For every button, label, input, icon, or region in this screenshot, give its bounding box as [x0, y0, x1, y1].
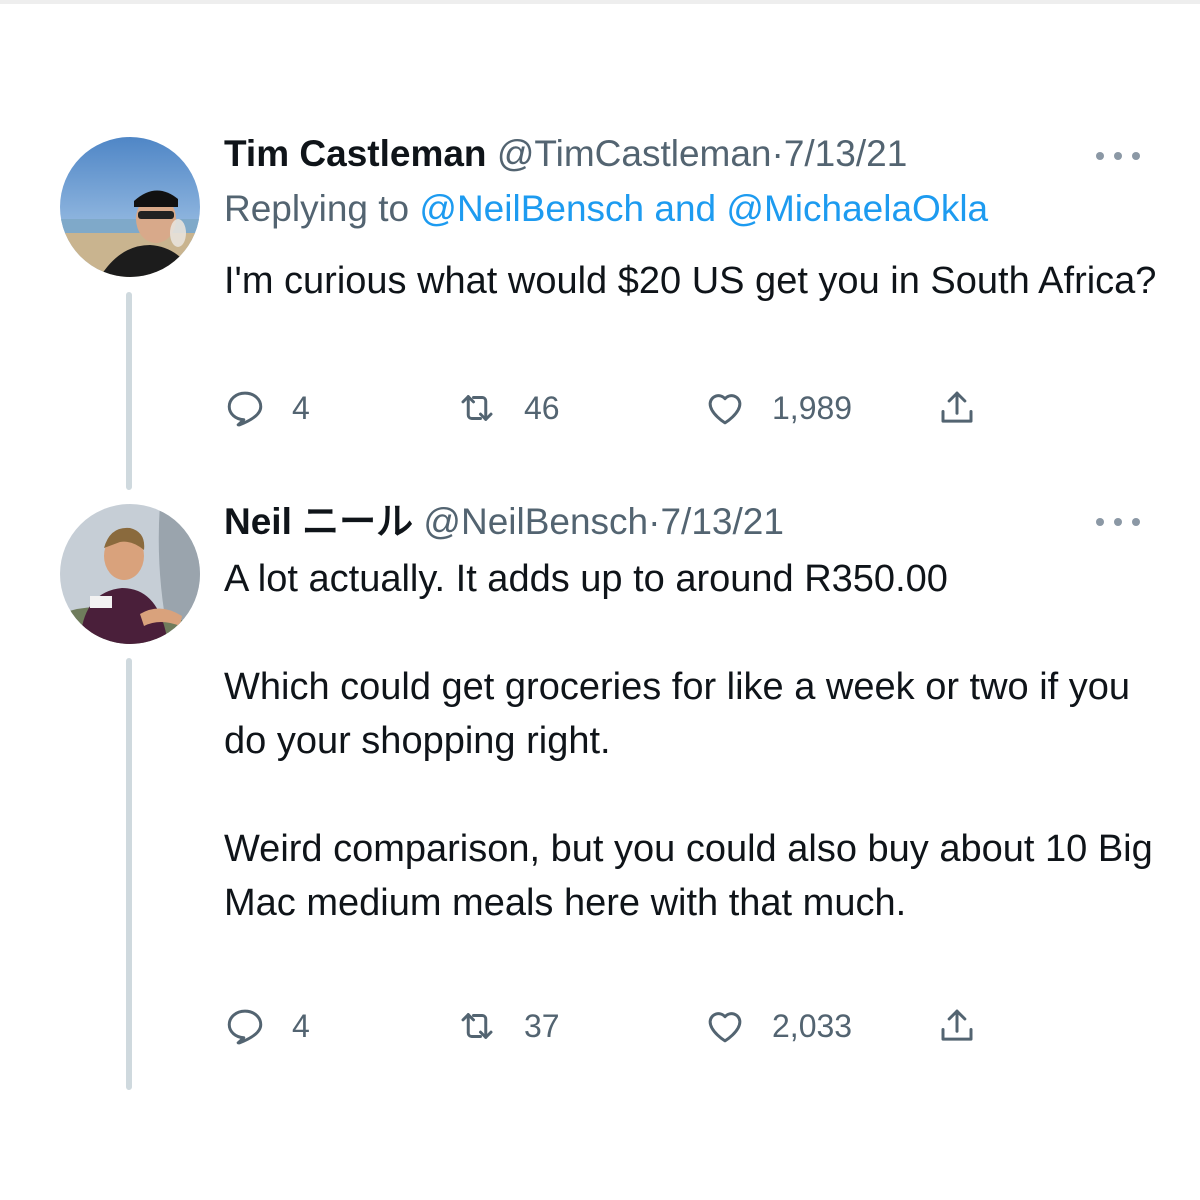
display-name[interactable]: Tim Castleman	[224, 133, 487, 174]
like-button[interactable]: 1,989	[704, 386, 852, 430]
share-button[interactable]	[936, 1004, 978, 1048]
dot	[1096, 152, 1104, 160]
heart-icon	[708, 394, 742, 425]
retweet-count: 37	[524, 1007, 560, 1044]
tweet-2[interactable]: Neil ニール @NeilBensch·7/13/21 A lot actua…	[0, 500, 1200, 1100]
speech-bubble-icon	[227, 391, 263, 427]
retweet-count: 46	[524, 389, 560, 426]
reply-button[interactable]: 4	[224, 1004, 310, 1048]
action-bar: 4 46 1,989	[224, 386, 1004, 430]
dot	[1114, 152, 1122, 160]
retweet-icon	[461, 395, 493, 421]
action-bar: 4 37 2,033	[224, 1004, 1004, 1048]
share-button[interactable]	[936, 386, 978, 430]
share-icon	[941, 1009, 973, 1041]
speech-bubble-icon	[227, 1009, 263, 1045]
reply-button[interactable]: 4	[224, 386, 310, 430]
avatar-photo-icon	[60, 137, 200, 277]
mention-conjunction: and	[654, 188, 717, 229]
retweet-button[interactable]: 46	[456, 386, 560, 430]
avatar[interactable]	[60, 504, 200, 644]
like-button[interactable]: 2,033	[704, 1004, 852, 1048]
dot	[1132, 152, 1140, 160]
like-count: 1,989	[772, 389, 853, 426]
reply-count: 4	[292, 389, 310, 426]
mention-link[interactable]: @NeilBensch	[419, 188, 644, 229]
thread-line	[126, 292, 132, 490]
share-icon	[941, 391, 973, 423]
more-options-button[interactable]	[1096, 512, 1140, 532]
separator-dot: ·	[648, 501, 661, 542]
tweet-header: Neil ニール @NeilBensch·7/13/21	[224, 500, 784, 544]
retweet-icon	[461, 1013, 493, 1039]
like-count: 2,033	[772, 1007, 853, 1044]
tweet-date[interactable]: 7/13/21	[660, 501, 783, 542]
tweet-body: I'm curious what would $20 US get you in…	[224, 254, 1164, 308]
dot	[1132, 518, 1140, 526]
tweet-date[interactable]: 7/13/21	[784, 133, 907, 174]
user-handle[interactable]: @TimCastleman	[497, 133, 772, 174]
mention-link[interactable]: @MichaelaOkla	[726, 188, 988, 229]
retweet-button[interactable]: 37	[456, 1004, 560, 1048]
tweet-body: A lot actually. It adds up to around R35…	[224, 552, 1164, 930]
replying-prefix: Replying to	[224, 188, 410, 229]
avatar-photo-icon	[60, 504, 200, 644]
dot	[1096, 518, 1104, 526]
user-handle[interactable]: @NeilBensch	[423, 501, 648, 542]
reply-count: 4	[292, 1007, 310, 1044]
tweet-paragraph: I'm curious what would $20 US get you in…	[224, 260, 1157, 302]
display-name[interactable]: Neil ニール	[224, 501, 413, 542]
avatar[interactable]	[60, 137, 200, 277]
heart-icon	[708, 1012, 742, 1043]
separator-dot: ·	[771, 133, 784, 174]
tweet-paragraph: Which could get groceries for like a wee…	[224, 666, 1131, 762]
tweet-1[interactable]: Tim Castleman @TimCastleman·7/13/21 Repl…	[0, 0, 1200, 500]
tweet-paragraph: Weird comparison, but you could also buy…	[224, 828, 1153, 924]
dot	[1114, 518, 1122, 526]
tweet-header: Tim Castleman @TimCastleman·7/13/21	[224, 132, 907, 176]
replying-to-line: Replying to @NeilBensch and @MichaelaOkl…	[224, 187, 988, 231]
more-options-button[interactable]	[1096, 146, 1140, 166]
thread-line	[126, 658, 132, 1090]
tweet-paragraph: A lot actually. It adds up to around R35…	[224, 558, 948, 600]
